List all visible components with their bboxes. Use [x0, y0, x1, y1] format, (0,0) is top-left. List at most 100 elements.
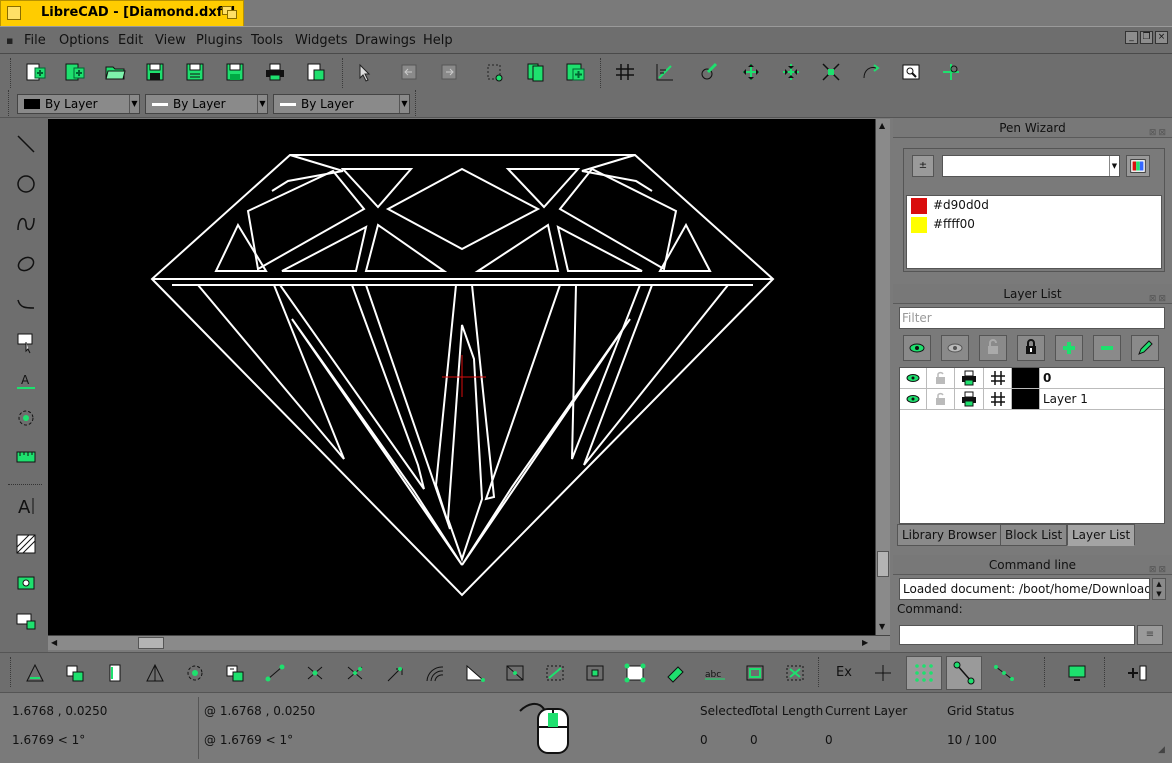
curve-tool-icon[interactable]: [14, 212, 38, 236]
hatch-tool-icon[interactable]: [14, 532, 38, 556]
image-tool-icon[interactable]: [14, 570, 38, 594]
snap-on-entity-icon[interactable]: [584, 663, 606, 683]
edit-layer-button[interactable]: [1131, 335, 1159, 361]
zoom-in-icon[interactable]: [740, 62, 762, 82]
zoom-auto-icon[interactable]: [820, 62, 842, 82]
close-icon[interactable]: [7, 6, 21, 20]
view-monitor-icon[interactable]: [1066, 663, 1088, 683]
snap-free-icon[interactable]: [624, 663, 646, 683]
tab-block-list[interactable]: Block List: [1000, 524, 1068, 546]
scroll-right-icon[interactable]: ▶: [862, 638, 868, 647]
save-as-icon[interactable]: [184, 62, 206, 82]
window-tab[interactable]: LibreCAD - [Diamond.dxf*]: [0, 0, 244, 26]
open-folder-icon[interactable]: [104, 62, 126, 82]
circle-tool-icon[interactable]: [14, 172, 38, 196]
pen-name-combo[interactable]: ▼: [942, 155, 1120, 177]
block-tool-icon[interactable]: [14, 608, 38, 632]
layer-lock-toggle[interactable]: [927, 368, 955, 388]
menu-edit[interactable]: Edit: [118, 33, 143, 48]
add-layer-button[interactable]: [1055, 335, 1083, 361]
snap-trim-icon[interactable]: [384, 663, 406, 683]
print-icon[interactable]: [264, 62, 286, 82]
polyline-tool-icon[interactable]: [14, 292, 38, 316]
zoom-window-icon[interactable]: [900, 62, 922, 82]
snap-corner-icon[interactable]: [464, 663, 486, 683]
menu-help[interactable]: Help: [423, 33, 453, 48]
zoom-out-icon[interactable]: [780, 62, 802, 82]
layer-print-toggle[interactable]: [955, 368, 984, 388]
paste-icon[interactable]: [564, 62, 586, 82]
horizontal-scroll-thumb[interactable]: [138, 637, 164, 649]
color-picker-icon[interactable]: [1126, 155, 1150, 177]
redraw-icon[interactable]: [698, 62, 720, 82]
redo-icon[interactable]: [438, 62, 460, 82]
layer-row[interactable]: Layer 1: [900, 389, 1164, 410]
eraser-icon[interactable]: [664, 663, 686, 683]
snap-distance-icon[interactable]: [544, 663, 566, 683]
info-tool-icon[interactable]: [14, 444, 38, 468]
text-style-icon[interactable]: abc: [704, 663, 726, 683]
mdi-close-icon[interactable]: ×: [1155, 31, 1168, 44]
select-tool-icon[interactable]: [14, 330, 38, 354]
dim-vertical-icon[interactable]: [104, 663, 126, 683]
toolbar-handle[interactable]: [10, 657, 12, 687]
tab-library-browser[interactable]: Library Browser: [897, 524, 1002, 546]
scroll-left-icon[interactable]: ◀: [51, 638, 57, 647]
new-from-template-icon[interactable]: [63, 62, 85, 82]
snap-intersection-icon[interactable]: [304, 663, 326, 683]
dock-float-close-icon[interactable]: ⊠⊠: [1149, 289, 1168, 309]
layer-color-swatch[interactable]: [1012, 389, 1040, 409]
vertical-scrollbar[interactable]: ▲ ▼: [875, 119, 890, 635]
menu-options[interactable]: Options: [59, 33, 109, 48]
snap-middle-icon[interactable]: [993, 663, 1015, 683]
menu-tools[interactable]: Tools: [251, 33, 283, 48]
resize-grip-icon[interactable]: ◢: [1158, 745, 1165, 755]
layer-visible-toggle[interactable]: [900, 389, 927, 409]
select-window-icon[interactable]: [744, 663, 766, 683]
dim-linear-icon[interactable]: [64, 663, 86, 683]
menu-view[interactable]: View: [155, 33, 186, 48]
pen-add-button[interactable]: ±: [912, 155, 934, 177]
snap-intersection-manual-icon[interactable]: [344, 663, 366, 683]
tab-layer-list[interactable]: Layer List: [1067, 524, 1136, 546]
dim-angular-icon[interactable]: [144, 663, 166, 683]
ellipse-tool-icon[interactable]: [14, 252, 38, 276]
grid-icon[interactable]: [614, 62, 636, 82]
drawing-canvas[interactable]: [48, 119, 875, 635]
line-tool-icon[interactable]: [14, 132, 38, 156]
layer-construction-toggle[interactable]: [984, 389, 1012, 409]
line-width-combo[interactable]: By Layer ▼: [145, 94, 268, 114]
snap-crosshair-icon[interactable]: [872, 663, 894, 683]
menu-widgets[interactable]: Widgets: [295, 33, 348, 48]
exclusive-snap-label[interactable]: Ex: [836, 665, 852, 680]
save-icon[interactable]: [144, 62, 166, 82]
hide-all-layers-button[interactable]: [941, 335, 969, 361]
zoom-pan-icon[interactable]: [940, 62, 962, 82]
save-all-icon[interactable]: [224, 62, 246, 82]
dim-diameter-icon[interactable]: [224, 663, 246, 683]
dim-radius-icon[interactable]: [184, 663, 206, 683]
print-preview-icon[interactable]: [304, 62, 326, 82]
snap-grid-toggle[interactable]: [906, 656, 942, 690]
cut-icon[interactable]: [484, 62, 506, 82]
show-all-layers-button[interactable]: [903, 335, 931, 361]
modify-tool-icon[interactable]: [14, 406, 38, 430]
mdi-minimize-icon[interactable]: _: [1125, 31, 1138, 44]
layer-filter-input[interactable]: Filter: [899, 307, 1165, 329]
scroll-up-icon[interactable]: ▲: [879, 121, 885, 130]
zoom-icon[interactable]: [222, 6, 238, 20]
toolbar-handle[interactable]: [10, 58, 12, 88]
deselect-window-icon[interactable]: [784, 663, 806, 683]
line-type-combo[interactable]: By Layer ▼: [273, 94, 410, 114]
color-combo[interactable]: By Layer ▼: [17, 94, 140, 114]
layer-lock-toggle[interactable]: [927, 389, 955, 409]
lock-all-layers-button[interactable]: [1017, 335, 1045, 361]
dimension-tool-icon[interactable]: A: [14, 368, 38, 392]
snap-endpoint-icon[interactable]: [264, 663, 286, 683]
relative-zero-icon[interactable]: [1126, 663, 1148, 683]
remove-layer-button[interactable]: [1093, 335, 1121, 361]
vertical-scroll-thumb[interactable]: [877, 551, 889, 577]
menu-file[interactable]: File: [24, 33, 46, 48]
command-input[interactable]: [899, 625, 1135, 645]
layer-visible-toggle[interactable]: [900, 368, 927, 388]
